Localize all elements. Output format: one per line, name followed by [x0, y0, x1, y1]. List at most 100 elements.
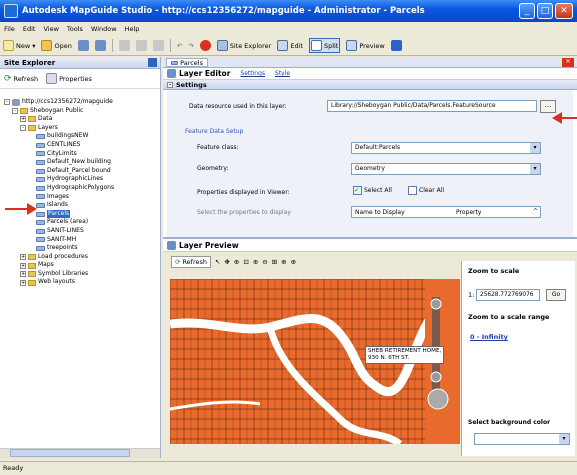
- zoom-out-icon[interactable]: [430, 371, 442, 383]
- explorer-refresh-button[interactable]: ⟳ Refresh: [4, 74, 38, 84]
- tab-parcels[interactable]: Parcels: [166, 58, 208, 67]
- map-tooltip: SHEB RETIREMENT HOME, 930 N. 6TH ST.: [365, 346, 445, 364]
- close-tab-icon[interactable]: ✕: [562, 58, 574, 67]
- tree-layer-item[interactable]: Images: [0, 193, 160, 202]
- scale-input[interactable]: 25628.772769076: [476, 289, 540, 301]
- tree-layer-item[interactable]: SANIT-MH: [0, 236, 160, 245]
- menu-view[interactable]: View: [43, 25, 58, 33]
- layer-icon: [36, 142, 45, 148]
- minimize-button[interactable]: _: [519, 3, 535, 19]
- settings-link[interactable]: Settings: [240, 70, 265, 77]
- properties-grid-header: Name to Display Property ^: [351, 206, 541, 218]
- tree-server[interactable]: - http://ccs12356272/mapguide: [0, 98, 160, 107]
- layer-icon: [36, 168, 45, 174]
- tree-layer-item[interactable]: HydrographicPolygons: [0, 184, 160, 193]
- zoom-previous-icon[interactable]: ⊕: [281, 258, 286, 266]
- layer-editor-icon: [167, 69, 176, 78]
- style-link[interactable]: Style: [275, 70, 290, 77]
- close-button[interactable]: ✕: [555, 3, 573, 19]
- site-explorer-button[interactable]: Site Explorer: [216, 40, 271, 51]
- copy-icon[interactable]: [135, 40, 147, 51]
- tree-layer-item[interactable]: Default_Parcel bound: [0, 167, 160, 176]
- tree-layer-item-selected[interactable]: Parcels: [0, 209, 160, 219]
- tree-layer-item[interactable]: treepoints: [0, 244, 160, 253]
- menu-window[interactable]: Window: [91, 25, 117, 33]
- tree-folder[interactable]: + Load procedures: [0, 253, 160, 262]
- select-all-button[interactable]: ✓ Select All: [353, 186, 392, 195]
- zoom-extents-icon[interactable]: ⊞: [272, 258, 277, 266]
- explorer-properties-button[interactable]: Properties: [46, 73, 92, 84]
- menu-tools[interactable]: Tools: [67, 25, 83, 33]
- open-button[interactable]: Open: [41, 40, 72, 51]
- menu-edit[interactable]: Edit: [23, 25, 36, 33]
- tree-layers[interactable]: - Layers: [0, 124, 160, 133]
- zoom-out-icon[interactable]: ⊖: [262, 258, 267, 266]
- help-icon[interactable]: [390, 40, 402, 51]
- redo-icon[interactable]: ↷: [188, 42, 193, 50]
- geometry-select[interactable]: Geometry ▾: [351, 163, 541, 175]
- tree-folder[interactable]: + Symbol Libraries: [0, 270, 160, 279]
- settings-section-header[interactable]: - Settings: [163, 80, 577, 90]
- select-icon[interactable]: ↖: [215, 258, 220, 266]
- help-icon[interactable]: [148, 58, 157, 67]
- tree-layer-item[interactable]: buildingsNEW: [0, 132, 160, 141]
- zoom-next-icon[interactable]: ⊕: [291, 258, 296, 266]
- status-text: Ready: [3, 464, 24, 472]
- zoom-in-icon[interactable]: [430, 298, 442, 310]
- feature-class-select[interactable]: Default:Parcels ▾: [351, 142, 541, 154]
- tree-sheboygan[interactable]: - Sheboygan Public: [0, 107, 160, 116]
- layer-editor-header: Layer Editor Settings Style: [163, 68, 577, 80]
- split-button[interactable]: Split: [308, 38, 341, 53]
- properties-icon: [46, 73, 58, 84]
- select-properties-label: Select the properties to display: [197, 209, 291, 216]
- delete-icon[interactable]: [199, 40, 211, 51]
- data-resource-field[interactable]: Library://Sheboygan Public/Data/Parcels.…: [327, 100, 537, 112]
- preview-button[interactable]: Preview: [346, 40, 385, 51]
- folder-icon: [20, 107, 28, 114]
- layer-icon: [36, 194, 45, 200]
- edit-icon: [277, 40, 289, 51]
- preview-refresh-button[interactable]: ⟳ Refresh: [171, 255, 211, 268]
- pan-icon[interactable]: ✥: [224, 258, 229, 266]
- new-icon: [3, 40, 14, 51]
- feature-class-label: Feature class:: [197, 144, 239, 151]
- map-view[interactable]: SHEB RETIREMENT HOME, 930 N. 6TH ST.: [170, 279, 460, 444]
- zoom-in-icon[interactable]: ⊕: [253, 258, 258, 266]
- folder-icon: [41, 40, 53, 51]
- tree-layer-item[interactable]: CENTLINES: [0, 141, 160, 150]
- layer-icon: [36, 185, 45, 191]
- menu-file[interactable]: File: [4, 25, 15, 33]
- tree-layer-item[interactable]: SANIT-LINES: [0, 227, 160, 236]
- chevron-down-icon: ▾: [530, 143, 540, 153]
- tree-layer-item[interactable]: Default_New building: [0, 158, 160, 167]
- resource-tree: - http://ccs12356272/mapguide - Sheboygan …: [0, 93, 160, 448]
- main-toolbar: New ▾ Open ↶ ↷ Site Explorer Edit Split P…: [0, 36, 577, 56]
- undo-icon[interactable]: ↶: [177, 42, 182, 50]
- zoom-rect-icon[interactable]: ⊕: [234, 258, 239, 266]
- new-button[interactable]: New ▾: [3, 40, 35, 51]
- folder-icon: [28, 262, 36, 269]
- scale-range-link[interactable]: 0 - Infinity: [470, 333, 508, 341]
- tree-layer-item[interactable]: HydrographicLines: [0, 175, 160, 184]
- maximize-button[interactable]: □: [537, 3, 553, 19]
- save-all-icon[interactable]: [94, 40, 106, 51]
- horizontal-scrollbar[interactable]: [0, 448, 160, 458]
- menu-help[interactable]: Help: [125, 25, 140, 33]
- tree-folder[interactable]: + Maps: [0, 261, 160, 270]
- paste-icon[interactable]: [152, 40, 164, 51]
- cut-icon[interactable]: [118, 40, 130, 51]
- save-icon[interactable]: [77, 40, 89, 51]
- chevron-up-icon[interactable]: ^: [533, 208, 538, 215]
- tree-folder[interactable]: + Web layouts: [0, 278, 160, 287]
- background-color-select[interactable]: ▾: [474, 433, 570, 445]
- go-button[interactable]: Go: [546, 289, 566, 301]
- tree-layer-item[interactable]: Parcels (area): [0, 218, 160, 227]
- layer-icon: [36, 159, 45, 165]
- pan-control-icon[interactable]: [427, 388, 449, 410]
- zoom-window-icon[interactable]: ⊡: [243, 258, 248, 266]
- site-explorer-panel: Site Explorer ⟳ Refresh Properties - http:…: [0, 57, 161, 458]
- tree-data[interactable]: + Data: [0, 115, 160, 124]
- clear-all-button[interactable]: Clear All: [408, 186, 444, 195]
- tree-layer-item[interactable]: CityLimits: [0, 150, 160, 159]
- edit-button[interactable]: Edit: [277, 40, 303, 51]
